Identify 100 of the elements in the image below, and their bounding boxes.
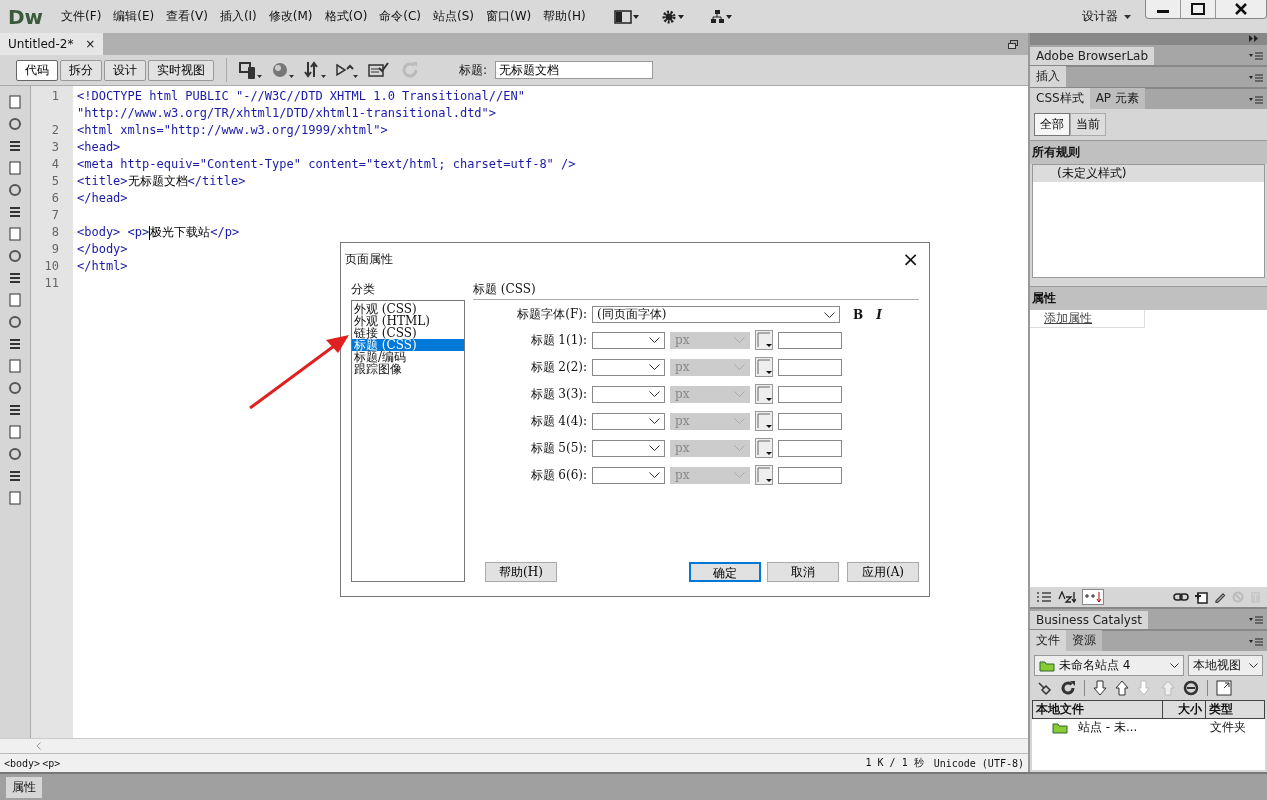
down-arrow-icon[interactable] bbox=[1093, 680, 1107, 696]
size-dropdown[interactable] bbox=[592, 385, 665, 403]
category-view-icon[interactable] bbox=[1036, 591, 1052, 603]
menu-item[interactable]: 站点(S) bbox=[427, 8, 481, 25]
view-button[interactable]: 代码 bbox=[16, 59, 58, 81]
category-item[interactable]: 外观 (CSS) bbox=[352, 303, 464, 315]
category-label: 分类 bbox=[351, 281, 376, 298]
column-header[interactable]: 本地文件 bbox=[1033, 701, 1162, 718]
connect-icon[interactable] bbox=[1036, 680, 1052, 696]
menu-item[interactable]: 格式(O) bbox=[318, 8, 374, 25]
menu-item[interactable]: 帮助(H) bbox=[537, 8, 592, 25]
italic-button[interactable]: I bbox=[876, 307, 882, 322]
caret-icon[interactable] bbox=[1124, 14, 1131, 19]
menu-item[interactable]: 文件(F) bbox=[55, 8, 108, 25]
color-field[interactable] bbox=[778, 466, 842, 484]
menu-item[interactable]: 命令(C) bbox=[373, 8, 428, 25]
color-field[interactable] bbox=[778, 358, 842, 376]
panel-menu-icon[interactable] bbox=[1249, 52, 1263, 60]
code-tag: <title> bbox=[77, 174, 128, 188]
bold-button[interactable]: B bbox=[853, 307, 864, 322]
menu-item[interactable]: 插入(I) bbox=[213, 8, 263, 25]
panel-menu-icon[interactable] bbox=[1249, 638, 1263, 646]
code-tag: </head> bbox=[77, 191, 128, 205]
tag-selector[interactable]: <p> bbox=[42, 757, 61, 769]
size-dropdown[interactable] bbox=[592, 412, 665, 430]
help-button[interactable]: 帮助(H) bbox=[485, 562, 557, 582]
mode-button[interactable]: 全部 bbox=[1034, 113, 1070, 136]
category-item[interactable]: 标题 (CSS) bbox=[352, 339, 464, 351]
menu-item[interactable]: 窗口(W) bbox=[480, 8, 538, 25]
menu-item[interactable]: 查看(V) bbox=[160, 8, 214, 25]
cancel-button[interactable]: 取消 bbox=[767, 562, 839, 582]
rule-item[interactable]: (未定义样式) bbox=[1033, 165, 1264, 182]
menu-item[interactable]: 修改(M) bbox=[262, 8, 319, 25]
color-picker-icon[interactable] bbox=[755, 411, 773, 431]
mode-button[interactable]: 当前 bbox=[1070, 113, 1106, 136]
color-field[interactable] bbox=[778, 439, 842, 457]
view-dropdown[interactable]: 本地视图 bbox=[1188, 655, 1263, 676]
color-picker-icon[interactable] bbox=[755, 465, 773, 485]
code-tag: <head> bbox=[77, 140, 121, 154]
panel-menu-icon[interactable] bbox=[1249, 74, 1263, 82]
devices-icon[interactable] bbox=[239, 60, 263, 80]
up-arrow-icon[interactable] bbox=[1115, 680, 1129, 696]
panel-menu-icon[interactable] bbox=[1249, 96, 1263, 104]
color-field[interactable] bbox=[778, 385, 842, 403]
size-dropdown[interactable] bbox=[592, 331, 665, 349]
tag-selector[interactable]: <body> bbox=[4, 757, 41, 769]
color-picker-icon[interactable] bbox=[755, 357, 773, 377]
sort-az-icon[interactable] bbox=[1058, 591, 1076, 603]
workspace-switcher[interactable]: 设计器 bbox=[1082, 8, 1118, 25]
category-item[interactable]: 跟踪图像 bbox=[352, 363, 464, 375]
panel-menu-icon[interactable] bbox=[1249, 616, 1263, 624]
field-label: 标题 1(1): bbox=[529, 331, 587, 349]
menu-item[interactable]: 编辑(E) bbox=[107, 8, 161, 25]
panel-tab[interactable]: Adobe BrowserLab bbox=[1030, 47, 1155, 65]
file-name[interactable]: 站点 - 未... bbox=[1078, 719, 1138, 736]
size-dropdown[interactable] bbox=[592, 358, 665, 376]
panel-tab[interactable]: CSS样式 bbox=[1030, 88, 1090, 109]
transfer-icon[interactable] bbox=[303, 60, 327, 80]
text-cursor bbox=[149, 225, 151, 240]
panel-tab[interactable]: 插入 bbox=[1030, 66, 1066, 87]
globe-icon[interactable] bbox=[271, 60, 295, 80]
column-header[interactable]: 类型 bbox=[1205, 701, 1264, 718]
properties-tab[interactable]: 属性 bbox=[6, 777, 42, 798]
color-field[interactable] bbox=[778, 412, 842, 430]
validate-icon[interactable] bbox=[367, 60, 391, 80]
chevron-down-icon bbox=[649, 337, 660, 343]
title-field[interactable]: 无标题文档 bbox=[495, 61, 654, 79]
color-picker-icon[interactable] bbox=[755, 330, 773, 350]
view-button[interactable]: 实时视图 bbox=[148, 59, 214, 81]
category-item[interactable]: 链接 (CSS) bbox=[352, 327, 464, 339]
link-icon[interactable] bbox=[1173, 592, 1189, 602]
color-picker-icon[interactable] bbox=[755, 438, 773, 458]
size-dropdown[interactable] bbox=[592, 466, 665, 484]
color-field[interactable] bbox=[778, 331, 842, 349]
refresh-icon[interactable] bbox=[1060, 680, 1076, 696]
category-item[interactable]: 标题/编码 bbox=[352, 351, 464, 363]
size-dropdown[interactable] bbox=[592, 439, 665, 457]
category-item[interactable]: 外观 (HTML) bbox=[352, 315, 464, 327]
column-header[interactable]: 大小 bbox=[1162, 701, 1205, 718]
section-header: 所有规则 bbox=[1030, 140, 1267, 164]
view-button[interactable]: 设计 bbox=[104, 59, 146, 81]
layout-icon[interactable] bbox=[613, 9, 640, 24]
line-number: 8 bbox=[51, 225, 59, 239]
set-properties-icon[interactable] bbox=[1082, 589, 1104, 605]
document-tab[interactable]: Untitled-2* × bbox=[0, 33, 104, 55]
restore-icon[interactable] bbox=[1008, 39, 1018, 49]
font-dropdown[interactable]: (同页面字体) bbox=[592, 306, 840, 323]
field-label: 标题 3(3): bbox=[529, 385, 587, 403]
panel-tab[interactable]: Business Catalyst bbox=[1030, 611, 1148, 629]
close-button[interactable]: × bbox=[902, 247, 919, 271]
view-button[interactable]: 拆分 bbox=[60, 59, 102, 81]
apply-button[interactable]: 应用(A) bbox=[847, 562, 919, 582]
add-property-link[interactable]: 添加属性 bbox=[1044, 311, 1092, 325]
site-dropdown[interactable]: 未命名站点 4 bbox=[1034, 655, 1184, 676]
ok-button[interactable]: 确定 bbox=[689, 562, 761, 582]
panel-tab[interactable]: 文件 bbox=[1030, 630, 1066, 651]
panel-tab[interactable]: 资源 bbox=[1066, 630, 1102, 651]
panel-tab[interactable]: AP 元素 bbox=[1089, 88, 1145, 109]
line-number: 9 bbox=[51, 242, 59, 256]
color-picker-icon[interactable] bbox=[755, 384, 773, 404]
